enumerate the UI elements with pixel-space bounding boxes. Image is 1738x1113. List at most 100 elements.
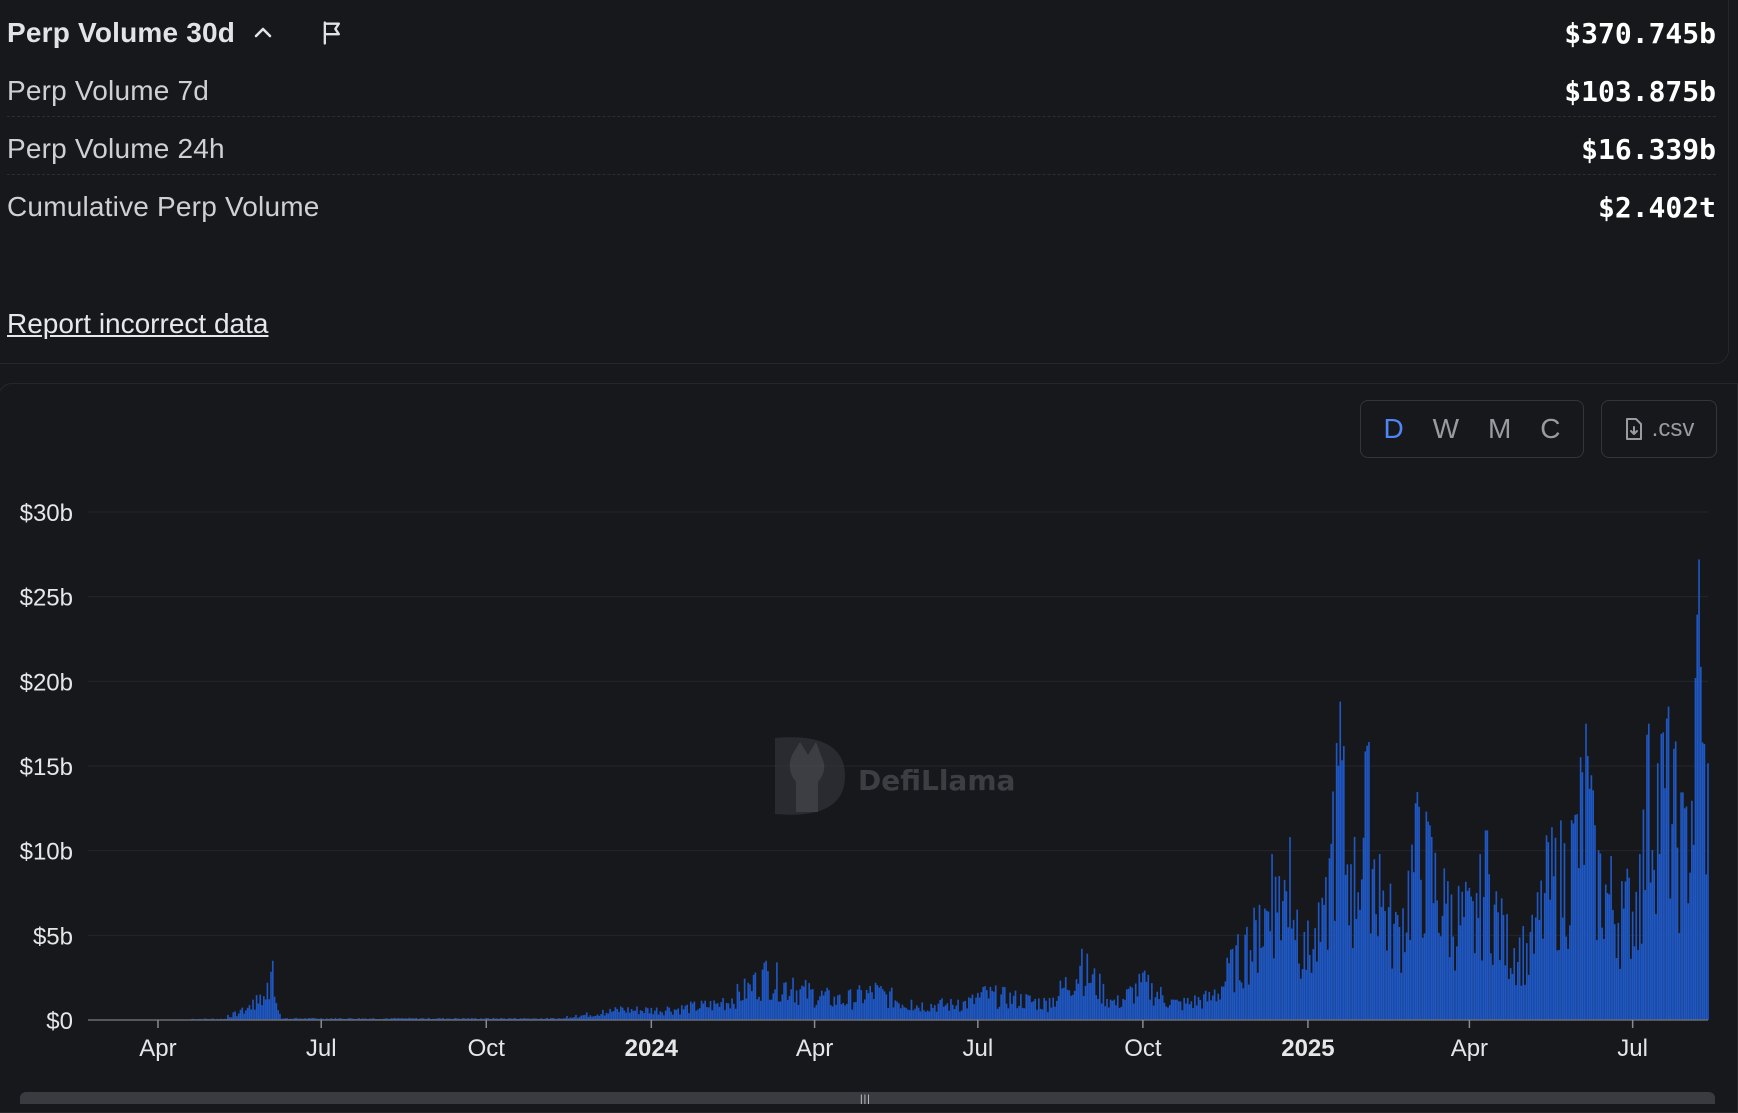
bar (636, 1006, 638, 1020)
bar (1219, 1000, 1221, 1020)
bar (1246, 927, 1248, 1020)
bar (706, 1007, 708, 1020)
bar (1024, 1008, 1026, 1020)
bar (658, 1015, 660, 1020)
bar (918, 1008, 920, 1020)
bar (993, 992, 995, 1020)
bar (1045, 1001, 1047, 1020)
bar (607, 1013, 609, 1020)
report-incorrect-data-link[interactable]: Report incorrect data (7, 308, 268, 340)
bar (1461, 892, 1463, 1020)
bar (1002, 987, 1004, 1020)
bar (1189, 1004, 1191, 1020)
bar (1573, 823, 1575, 1020)
bar (769, 1000, 771, 1020)
bar (710, 1001, 712, 1020)
toggle-monthly[interactable]: M (1488, 413, 1511, 445)
bar (1228, 963, 1230, 1020)
bar (1203, 994, 1205, 1020)
bar (701, 1001, 703, 1020)
bar (1451, 894, 1453, 1020)
bar (692, 1004, 694, 1020)
bar (1234, 992, 1236, 1020)
bar (649, 1013, 651, 1020)
bar (1305, 970, 1307, 1020)
bar (1160, 987, 1162, 1020)
bar (652, 1014, 654, 1020)
bar (1445, 904, 1447, 1020)
bar (1248, 985, 1250, 1020)
bar (1395, 912, 1397, 1020)
bar (1637, 950, 1639, 1020)
chevron-up-icon[interactable] (251, 21, 275, 45)
bar (1616, 958, 1618, 1020)
bar (1687, 903, 1689, 1020)
bar (833, 997, 835, 1020)
bar (1515, 985, 1517, 1020)
y-tick-label: $25b (20, 585, 73, 612)
bar (1280, 940, 1282, 1020)
bar (1662, 732, 1664, 1020)
bar (1232, 949, 1234, 1020)
scroll-grip-icon[interactable]: ||| (860, 1094, 871, 1105)
bar (1070, 996, 1072, 1020)
bar (679, 1014, 681, 1020)
bar (938, 1004, 940, 1020)
bar (1612, 910, 1614, 1020)
bar (1472, 901, 1474, 1020)
bar (1571, 820, 1573, 1020)
bar (995, 985, 997, 1020)
bar (1004, 987, 1006, 1020)
bar (1011, 1004, 1013, 1020)
bar (810, 990, 812, 1020)
bar (1605, 885, 1607, 1020)
bar (1574, 815, 1576, 1020)
bar (1298, 964, 1300, 1020)
csv-download-button[interactable]: .csv (1601, 400, 1717, 458)
bar (1418, 807, 1420, 1020)
bar (1384, 911, 1386, 1020)
bar (1531, 915, 1533, 1020)
bar (939, 1000, 941, 1020)
bar (1092, 974, 1094, 1020)
bar (1085, 986, 1087, 1020)
bar (1469, 888, 1471, 1020)
flag-icon[interactable] (319, 19, 347, 47)
bar (1291, 929, 1293, 1020)
bar (862, 1003, 864, 1020)
bar (747, 983, 749, 1020)
bar (1621, 881, 1623, 1020)
bar (1058, 996, 1060, 1020)
stat-row-cumulative: Cumulative Perp Volume $2.402t (7, 182, 1716, 232)
bar (1406, 933, 1408, 1020)
bar (1696, 615, 1698, 1020)
bar (805, 980, 807, 1020)
bar (1436, 900, 1438, 1020)
bar (1556, 950, 1558, 1020)
bar (801, 986, 803, 1020)
toggle-cumulative[interactable]: C (1540, 413, 1560, 445)
bar (1497, 912, 1499, 1020)
bar (1607, 893, 1609, 1020)
bar (807, 999, 809, 1020)
bar (1212, 995, 1214, 1020)
bar (656, 1008, 658, 1020)
bar (1388, 907, 1390, 1020)
bar (613, 1011, 615, 1020)
bar (1510, 968, 1512, 1020)
bar (1614, 924, 1616, 1020)
bar (787, 1000, 789, 1020)
bar (1537, 892, 1539, 1020)
toggle-weekly[interactable]: W (1433, 413, 1459, 445)
bar (936, 1012, 938, 1020)
stat-value: $103.875b (1564, 75, 1716, 108)
toggle-daily[interactable]: D (1383, 413, 1403, 445)
bar (234, 1011, 236, 1020)
bar (1300, 979, 1302, 1020)
bar (1269, 931, 1271, 1020)
bar (740, 1001, 742, 1020)
bar (991, 991, 993, 1020)
bar (232, 1012, 234, 1020)
bar (948, 1011, 950, 1020)
bar (1253, 908, 1255, 1020)
